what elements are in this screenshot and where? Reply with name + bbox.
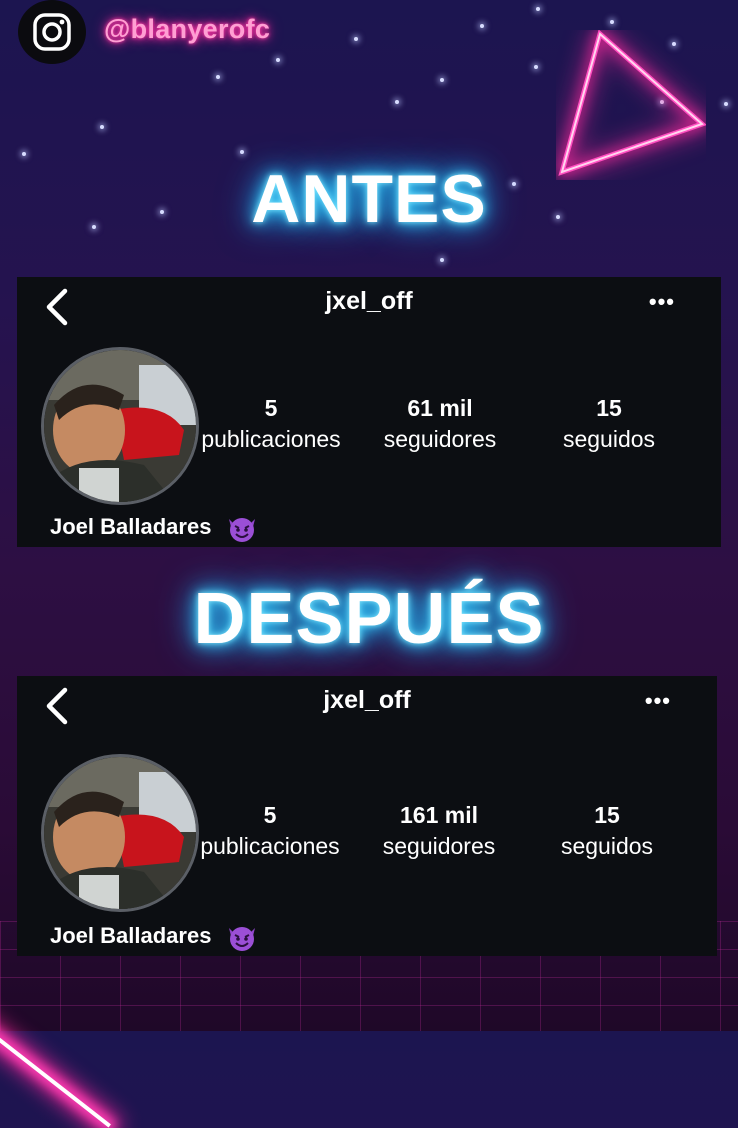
avatar-photo [44,350,196,502]
followers-stat[interactable]: 61 mil seguidores [367,395,513,453]
following-count: 15 [596,395,622,421]
avatar-photo [44,757,196,909]
profile-username: jxel_off [323,686,411,714]
posts-stat[interactable]: 5 publicaciones [195,395,347,453]
posts-label: publicaciones [200,833,340,859]
profile-username: jxel_off [325,287,413,315]
posts-count: 5 [263,802,277,828]
before-title: ANTES [251,161,487,237]
instagram-badge[interactable] [18,0,86,64]
neon-triangle-icon [558,30,706,176]
profile-card-before: jxel_off ••• 5 publicaciones 61 mil segu… [17,277,721,547]
following-stat[interactable]: 15 seguidos [545,802,669,860]
more-dots-icon[interactable]: ••• [649,289,675,315]
followers-stat[interactable]: 161 mil seguidores [367,802,511,860]
following-label: seguidos [562,426,656,452]
following-count: 15 [594,802,620,828]
after-title: DESPUÉS [193,579,545,659]
posts-count: 5 [264,395,278,421]
smiling-devil-emoji-icon [228,927,255,951]
more-dots-icon[interactable]: ••• [645,688,671,714]
followers-count: 161 mil [400,802,478,828]
display-name: Joel Balladares [50,922,212,948]
posts-stat[interactable]: 5 publicaciones [193,802,347,860]
posts-label: publicaciones [201,426,341,452]
followers-label: seguidores [382,833,496,859]
avatar[interactable] [41,347,199,505]
display-name-row: Joel Balladares [50,922,258,952]
smiling-devil-emoji-icon [228,518,255,542]
display-name-row: Joel Balladares [50,513,258,543]
followers-count: 61 mil [407,395,473,421]
followers-label: seguidores [383,426,497,452]
display-name: Joel Balladares [50,513,212,539]
profile-card-after: jxel_off ••• 5 publicaciones 161 mil seg… [17,676,717,956]
following-stat[interactable]: 15 seguidos [547,395,671,453]
instagram-icon [33,13,71,51]
avatar[interactable] [41,754,199,912]
following-label: seguidos [560,833,654,859]
instagram-handle: @blanyerofc [104,14,271,44]
